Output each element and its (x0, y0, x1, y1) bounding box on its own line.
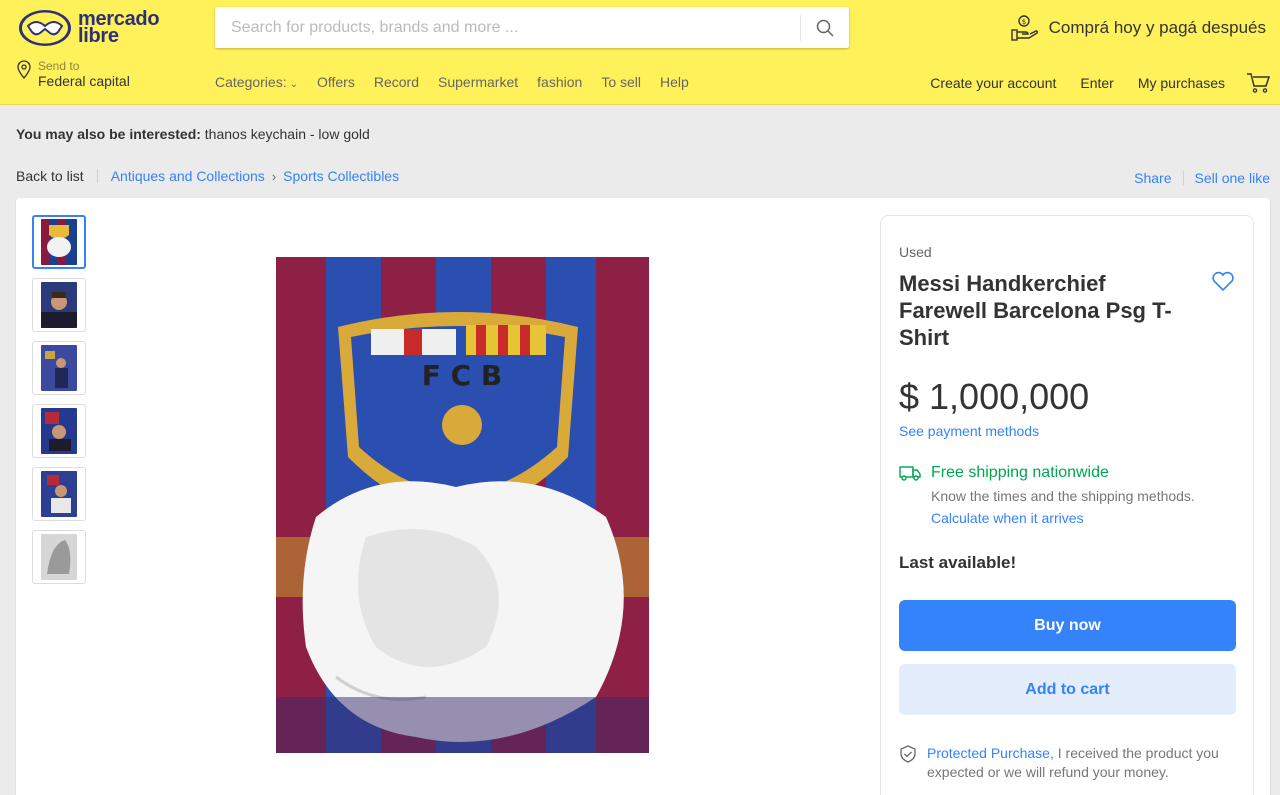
back-to-list-link[interactable]: Back to list (16, 168, 84, 184)
calculate-arrival-link[interactable]: Calculate when it arrives (931, 510, 1195, 526)
product-title: Messi Handkerchief Farewell Barcelona Ps… (899, 271, 1172, 350)
thumbnail-5[interactable] (32, 467, 86, 521)
location-label: Send to (38, 59, 80, 73)
truck-icon (899, 466, 921, 481)
nav-item-offers[interactable]: Offers (317, 74, 355, 90)
nav-item-help[interactable]: Help (660, 74, 689, 90)
breadcrumb-item-antiques[interactable]: Antiques and Collections (111, 168, 265, 184)
sell-one-like-link[interactable]: Sell one like (1195, 170, 1271, 186)
protected-purchase: Protected Purchase, I received the produ… (899, 744, 1239, 782)
purchase-panel: Used Messi Handkerchief Farewell Barcelo… (880, 215, 1254, 795)
nav-menu: Categories: ⌄ Offers Record Supermarket f… (215, 74, 689, 90)
thumbnail-1[interactable] (32, 215, 86, 269)
enter-link[interactable]: Enter (1080, 75, 1113, 91)
svg-text:F C B: F C B (422, 359, 503, 392)
nav-item-record[interactable]: Record (374, 74, 419, 90)
location-pin-icon (17, 60, 31, 79)
nav-categories-label: Categories: (215, 74, 287, 90)
search-bar (215, 7, 849, 48)
thumbnail-3[interactable] (32, 341, 86, 395)
nav-item-sell[interactable]: To sell (601, 74, 641, 90)
location-selector[interactable]: Send to Federal capital (16, 60, 130, 90)
nav-item-supermarket[interactable]: Supermarket (438, 74, 518, 90)
thumbnail-image (41, 219, 77, 265)
my-purchases-link[interactable]: My purchases (1138, 75, 1225, 91)
item-condition: Used (899, 244, 932, 260)
svg-text:$: $ (1021, 18, 1025, 26)
stock-status: Last available! (899, 553, 1017, 572)
nav-categories[interactable]: Categories: ⌄ (215, 74, 298, 90)
thumbnail-image (41, 471, 77, 517)
cart-icon[interactable] (1246, 72, 1270, 94)
shipping-info: Free shipping nationwide Know the times … (899, 464, 1195, 526)
search-icon (816, 19, 834, 37)
thumbnail-image (41, 408, 77, 454)
related-search: You may also be interested: thanos keych… (16, 126, 370, 142)
related-search-label: You may also be interested: (16, 126, 201, 142)
hand-coin-icon: $ (1010, 15, 1038, 41)
location-value: Federal capital (38, 73, 130, 89)
create-account-link[interactable]: Create your account (930, 75, 1056, 91)
handshake-logo-icon (19, 10, 71, 46)
chevron-right-icon: › (271, 168, 277, 184)
logo-text-line2: libre (78, 25, 119, 47)
mercadolibre-logo[interactable]: mercado libre (18, 9, 160, 47)
share-divider (1182, 171, 1184, 185)
account-links: Create your account Enter My purchases (930, 75, 1225, 91)
thumbnail-image (41, 345, 77, 391)
thumbnail-image (41, 282, 77, 328)
product-card: F C B Used Messi Handkerchief Farewell B… (16, 198, 1270, 795)
chevron-down-icon: ⌄ (289, 79, 298, 90)
protected-purchase-link[interactable]: Protected Purchase (927, 745, 1050, 761)
buy-now-button[interactable]: Buy now (899, 600, 1236, 651)
nav-item-fashion[interactable]: fashion (537, 74, 582, 90)
promo-banner[interactable]: $ Comprá hoy y pagá después (1010, 14, 1266, 42)
heart-icon[interactable] (1211, 270, 1235, 292)
promo-text: Comprá hoy y pagá después (1048, 18, 1266, 37)
breadcrumb-divider (96, 169, 98, 183)
shipping-description: Know the times and the shipping methods. (931, 488, 1195, 504)
thumbnail-image (41, 534, 77, 580)
thumbnail-6[interactable] (32, 530, 86, 584)
search-button[interactable] (801, 7, 849, 48)
product-price: $ 1,000,000 (899, 376, 1090, 417)
breadcrumb: Back to list Antiques and Collections › … (16, 168, 399, 184)
share-link[interactable]: Share (1134, 170, 1171, 186)
free-shipping-title: Free shipping nationwide (931, 464, 1109, 481)
thumbnail-4[interactable] (32, 404, 86, 458)
breadcrumb-item-sports[interactable]: Sports Collectibles (283, 168, 399, 184)
related-search-link[interactable]: thanos keychain - low gold (205, 126, 370, 142)
header: mercado libre $ Comprá hoy y pagá despué… (0, 0, 1280, 105)
search-input[interactable] (215, 7, 800, 48)
thumbnail-2[interactable] (32, 278, 86, 332)
shield-check-icon (900, 745, 916, 763)
payment-methods-link[interactable]: See payment methods (899, 423, 1039, 439)
product-main-image[interactable]: F C B (276, 257, 649, 753)
add-to-cart-button[interactable]: Add to cart (899, 664, 1236, 715)
share-actions: Share Sell one like (1134, 170, 1270, 186)
thumbnail-gallery (32, 215, 86, 584)
